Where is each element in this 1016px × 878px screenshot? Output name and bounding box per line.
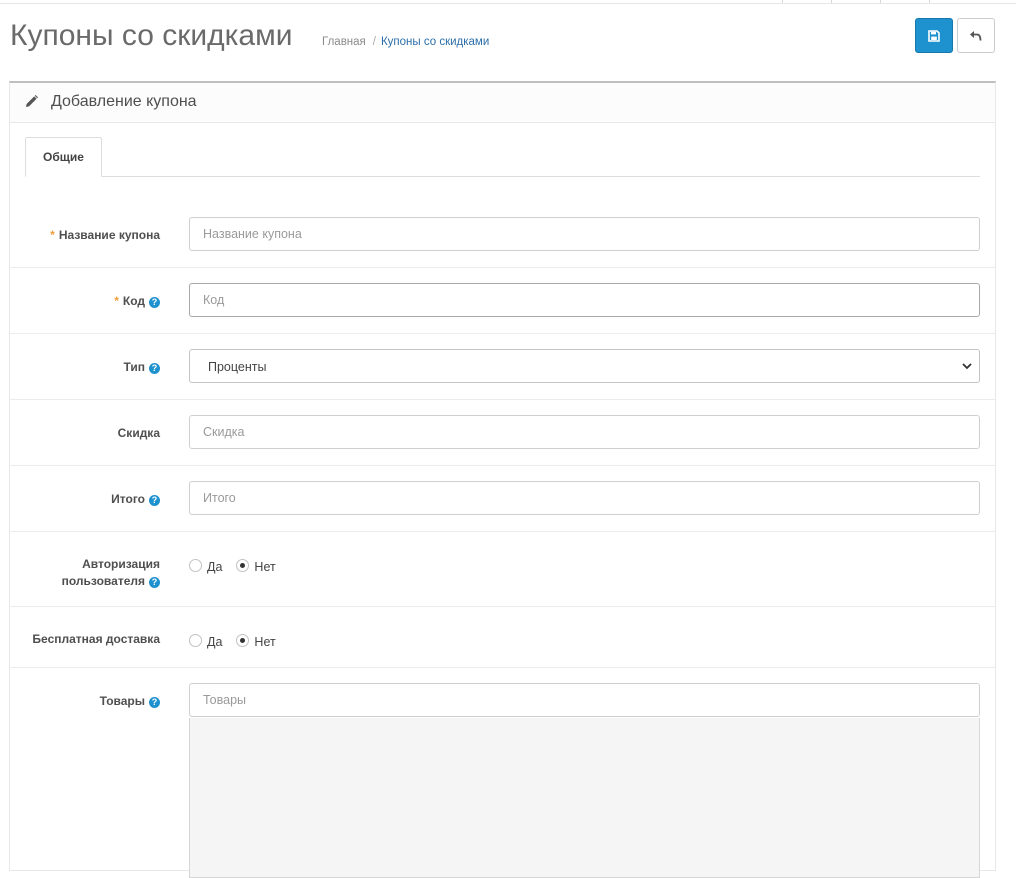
reply-icon: [970, 30, 982, 41]
code-label-text: Код: [122, 294, 145, 308]
save-icon: [928, 29, 940, 42]
form-row-products: Товары?: [10, 668, 995, 878]
nav-divider: [782, 0, 783, 3]
total-label: Итого?: [111, 491, 160, 508]
help-icon[interactable]: ?: [149, 495, 160, 506]
required-mark: *: [50, 228, 55, 242]
free-shipping-label: Бесплатная доставка: [32, 632, 160, 646]
form-row-coupon-name: * Название купона: [10, 201, 995, 268]
type-label-text: Тип: [123, 360, 146, 374]
customer-login-label-line1: Авторизация: [82, 557, 160, 571]
free-shipping-no-label[interactable]: Нет: [254, 635, 275, 649]
breadcrumb-current-link[interactable]: Купоны со скидками: [381, 36, 489, 48]
type-label: Тип?: [123, 359, 160, 376]
products-label-text: Товары: [99, 694, 145, 708]
form-row-discount: Скидка: [10, 400, 995, 466]
save-button[interactable]: [915, 18, 953, 53]
form-row-type: Тип? Проценты: [10, 334, 995, 400]
chevron-down-icon: [962, 363, 972, 370]
products-label: Товары?: [100, 693, 160, 710]
coupon-name-label: * Название купона: [50, 227, 160, 244]
code-input[interactable]: [189, 283, 980, 317]
total-label-text: Итого: [111, 492, 145, 506]
tab-bar: Общие: [25, 137, 980, 177]
free-shipping-no-radio[interactable]: [236, 633, 250, 647]
products-list-box[interactable]: [189, 718, 980, 878]
nav-divider: [831, 0, 832, 3]
free-shipping-radio-group: Да Нет: [189, 633, 290, 649]
customer-login-radio-group: Да Нет: [189, 558, 290, 574]
customer-login-label: Авторизация пользователя?: [62, 556, 160, 590]
customer-login-label-line2: пользователя: [61, 574, 145, 588]
coupon-name-input[interactable]: [189, 217, 980, 251]
breadcrumb-home-link[interactable]: Главная: [322, 36, 366, 48]
form-row-customer-login: Авторизация пользователя? Да Нет: [10, 532, 995, 607]
coupon-name-label-text: Название купона: [58, 228, 160, 242]
free-shipping-yes-radio[interactable]: [189, 633, 202, 647]
type-select[interactable]: Проценты: [189, 349, 980, 383]
code-label: * Код?: [114, 293, 160, 310]
form-row-free-shipping: Бесплатная доставка Да Нет: [10, 607, 995, 668]
breadcrumb: Главная / Купоны со скидками: [322, 35, 489, 49]
form-row-total: Итого?: [10, 466, 995, 532]
total-input[interactable]: [189, 481, 980, 515]
form-row-code: * Код?: [10, 268, 995, 334]
top-nav-strip: [0, 0, 1016, 4]
back-button[interactable]: [957, 18, 995, 53]
help-icon[interactable]: ?: [149, 577, 160, 588]
pencil-icon: [26, 95, 38, 107]
customer-login-no-label[interactable]: Нет: [254, 560, 275, 574]
nav-divider: [929, 0, 930, 3]
page-title: Купоны со скидками: [10, 19, 293, 52]
customer-login-yes-radio[interactable]: [189, 558, 202, 572]
breadcrumb-separator: /: [372, 36, 376, 48]
help-icon[interactable]: ?: [149, 363, 160, 374]
nav-divider: [880, 0, 881, 3]
type-select-value: Проценты: [208, 360, 267, 374]
discount-input[interactable]: [189, 415, 980, 449]
help-icon[interactable]: ?: [149, 297, 160, 308]
tab-general[interactable]: Общие: [25, 137, 102, 177]
customer-login-no-radio[interactable]: [236, 558, 250, 572]
help-icon[interactable]: ?: [149, 697, 160, 708]
products-input[interactable]: [189, 683, 980, 717]
discount-label: Скидка: [117, 426, 160, 440]
panel-heading: Добавление купона: [10, 83, 995, 123]
required-mark: *: [114, 294, 119, 308]
coupon-form-panel: Добавление купона Общие * Название купона…: [9, 81, 996, 878]
panel-title: Добавление купона: [51, 93, 197, 110]
free-shipping-yes-label[interactable]: Да: [207, 635, 222, 649]
customer-login-yes-label[interactable]: Да: [207, 560, 222, 574]
